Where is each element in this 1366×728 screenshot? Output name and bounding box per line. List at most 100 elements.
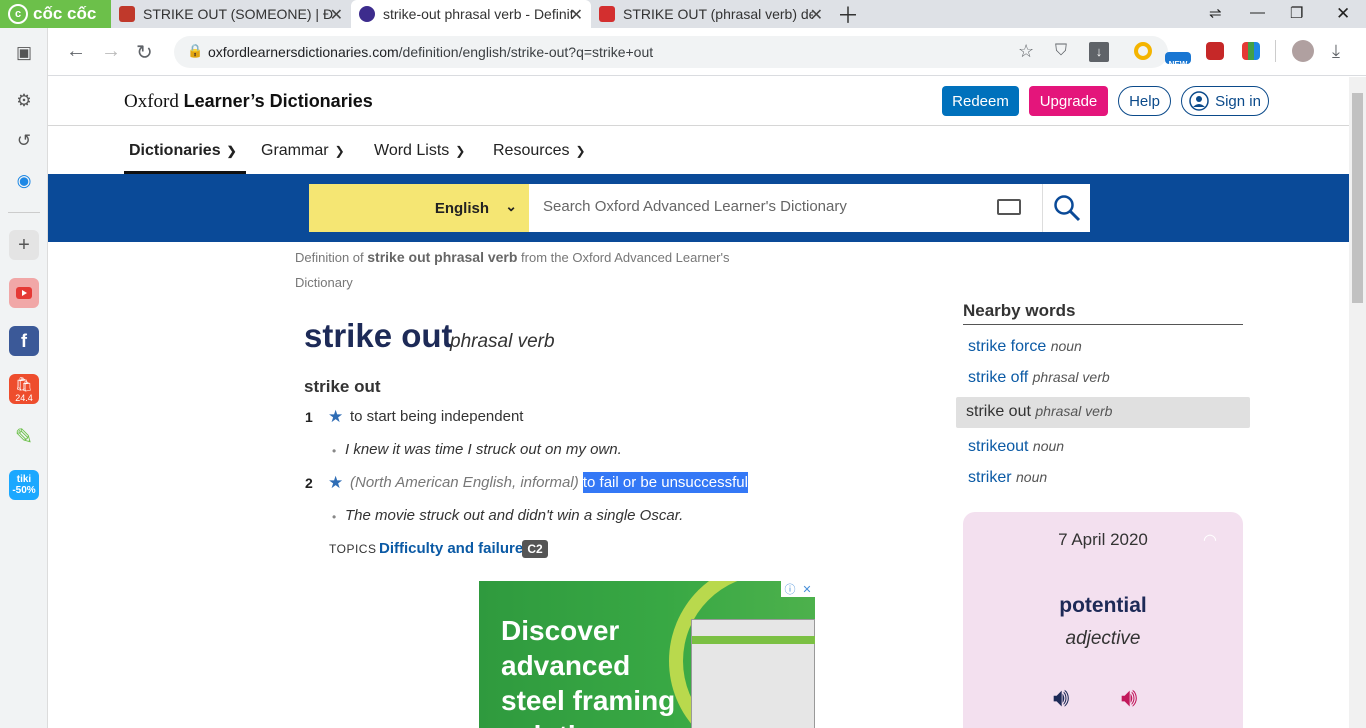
shield-icon[interactable]: ⛉ — [1055, 42, 1067, 60]
nearby-item[interactable]: strike off phrasal verb — [968, 369, 1110, 387]
youtube-icon[interactable] — [9, 278, 39, 308]
nearby-word: striker — [968, 469, 1012, 486]
bookmark-star-icon[interactable]: ☆ — [1018, 41, 1034, 62]
tab-oxford-strike-out[interactable]: strike-out phrasal verb - Definitio ✕ — [351, 0, 591, 28]
search-button[interactable] — [1042, 184, 1090, 232]
settings-icon[interactable]: ⚙ — [9, 86, 39, 116]
sense-definition: to start being independent — [350, 408, 524, 425]
star-icon[interactable]: ★ — [328, 473, 343, 493]
help-button[interactable]: Help — [1118, 86, 1171, 116]
ad-controls: ⓘ ✕ — [781, 581, 815, 597]
messenger-icon[interactable]: ◉ — [9, 166, 39, 196]
chevron-down-icon: ⌄ — [505, 198, 517, 214]
nearby-pos: noun — [1016, 469, 1048, 485]
ad-headline: Discover advanced steel framing solution… — [501, 615, 676, 728]
star-icon[interactable]: ★ — [328, 407, 343, 427]
coccoc-menu-button[interactable]: c cốc cốc — [0, 0, 111, 28]
page-scrollbar[interactable] — [1349, 77, 1366, 728]
cefr-badge: C2 — [522, 540, 548, 558]
sense-2-line: (North American English, informal) to fa… — [350, 472, 748, 493]
address-bar[interactable]: 🔒 oxfordlearnersdictionaries.com/definit… — [174, 36, 1168, 68]
facebook-icon[interactable]: f — [9, 326, 39, 356]
crumb-word: strike out phrasal verb — [367, 249, 518, 265]
shopee-icon[interactable]: 🛍 24.4 — [9, 374, 39, 404]
part-of-speech: phrasal verb — [450, 331, 555, 352]
sense-definition-highlighted: to fail or be unsuccessful — [582, 472, 748, 493]
nearby-word: strikeout — [968, 438, 1029, 455]
menu-dictionaries[interactable]: Dictionaries ❯ — [129, 142, 237, 160]
ad-close-icon[interactable]: ✕ — [802, 583, 811, 596]
speaker-us-icon[interactable]: 🔊︎ — [1121, 682, 1137, 714]
advertisement[interactable]: Discover advanced steel framing solution… — [479, 581, 815, 728]
back-arrow-icon[interactable]: ← — [66, 40, 86, 63]
oxford-favicon-icon — [359, 6, 375, 22]
upgrade-button[interactable]: Upgrade — [1029, 86, 1108, 116]
language-select[interactable]: English ⌄ — [309, 184, 529, 232]
word-of-the-day-card: 7 April 2020 ◠ potential adjective 🔊︎ 🔊︎ — [963, 512, 1243, 728]
new-tab-button[interactable]: ＋ — [831, 0, 861, 28]
menu-grammar[interactable]: Grammar ❯ — [261, 142, 345, 160]
menu-label: Dictionaries — [129, 142, 221, 159]
wotd-word[interactable]: potential — [963, 594, 1243, 618]
scrollbar-thumb[interactable] — [1352, 93, 1363, 303]
nearby-item[interactable]: strikeout noun — [968, 438, 1064, 456]
close-tab-icon[interactable]: ✕ — [330, 5, 343, 25]
phrase-heading: strike out — [304, 377, 381, 396]
search-box — [529, 184, 1042, 232]
menu-word-lists[interactable]: Word Lists ❯ — [374, 142, 465, 160]
cambridge-favicon-icon — [119, 6, 135, 22]
menu-resources[interactable]: Resources ❯ — [493, 142, 586, 160]
download-page-icon[interactable]: ↓ — [1089, 42, 1109, 62]
language-label: English — [434, 199, 489, 217]
logo-prefix: Oxford — [124, 91, 184, 112]
extension-chrome-icon[interactable] — [1134, 42, 1152, 60]
nearby-word: strike out — [966, 403, 1031, 420]
coccoc-green-icon[interactable]: ✎ — [9, 422, 39, 452]
search-input[interactable] — [543, 198, 973, 215]
tab-strike-out-collins[interactable]: STRIKE OUT (phrasal verb) defi ✕ — [591, 0, 831, 28]
minimize-icon[interactable]: — — [1250, 4, 1265, 21]
tiki-icon[interactable]: tiki -50% — [9, 470, 39, 500]
add-shortcut-icon[interactable]: + — [9, 230, 39, 260]
nearby-pos: phrasal verb — [1032, 369, 1110, 385]
redeem-button[interactable]: Redeem — [942, 86, 1019, 116]
nearby-word: strike force — [968, 338, 1047, 355]
history-icon[interactable]: ↺ — [9, 126, 39, 156]
extension-new-badge[interactable]: NEW — [1165, 52, 1191, 69]
sidebar-toggle-icon[interactable]: ▣ — [9, 38, 39, 68]
extension-colors-icon[interactable] — [1242, 42, 1260, 60]
nearby-item[interactable]: strike force noun — [968, 338, 1082, 356]
url-text[interactable]: oxfordlearnersdictionaries.com/definitio… — [208, 44, 653, 60]
topic-link[interactable]: Difficulty and failure — [379, 540, 523, 557]
ad-info-icon[interactable]: ⓘ — [784, 581, 795, 597]
close-tab-icon[interactable]: ✕ — [810, 5, 823, 25]
speaker-uk-icon[interactable]: 🔊︎ — [1053, 682, 1069, 714]
toolbar-divider — [1275, 40, 1276, 62]
keyboard-icon[interactable] — [997, 199, 1021, 215]
rss-icon[interactable]: ◠ — [1203, 530, 1217, 550]
topics-label: TOPICS — [329, 542, 377, 556]
browser-sidebar: ▣ ⚙ ↺ ◉ + f 🛍 24.4 ✎ tiki -50% — [0, 28, 48, 728]
close-tab-icon[interactable]: ✕ — [570, 5, 583, 25]
tab-search-icon[interactable]: ⇌ — [1209, 4, 1222, 22]
extension-red-icon[interactable] — [1206, 42, 1224, 60]
tab-strike-out-someone[interactable]: STRIKE OUT (SOMEONE) | Định ✕ — [111, 0, 351, 28]
headword: strike out — [304, 317, 453, 354]
close-window-icon[interactable]: ✕ — [1336, 4, 1350, 24]
search-icon — [1053, 195, 1080, 222]
logo-bold: Learner’s Dictionaries — [183, 91, 373, 111]
sign-in-button[interactable]: Sign in — [1181, 86, 1269, 116]
nearby-item[interactable]: striker noun — [968, 469, 1047, 487]
nearby-item-selected[interactable]: strike out phrasal verb — [956, 397, 1250, 428]
oxford-logo[interactable]: Oxford Learner’s Dictionaries — [124, 91, 373, 113]
wotd-pos: adjective — [1065, 628, 1141, 649]
oxford-page: Oxford Learner’s Dictionaries Redeem Upg… — [48, 77, 1349, 728]
downloads-icon[interactable]: ⤓ — [1332, 41, 1340, 62]
profile-avatar[interactable] — [1292, 40, 1314, 62]
reload-icon[interactable]: ↻ — [136, 40, 153, 65]
maximize-icon[interactable]: ❐ — [1290, 4, 1303, 22]
url-path: /definition/english/strike-out?q=strike+… — [398, 44, 654, 60]
browser-toolbar: ← → ↻ 🔒 oxfordlearnersdictionaries.com/d… — [48, 28, 1366, 76]
forward-arrow-icon[interactable]: → — [101, 40, 121, 63]
ad-machine-image — [691, 619, 815, 728]
